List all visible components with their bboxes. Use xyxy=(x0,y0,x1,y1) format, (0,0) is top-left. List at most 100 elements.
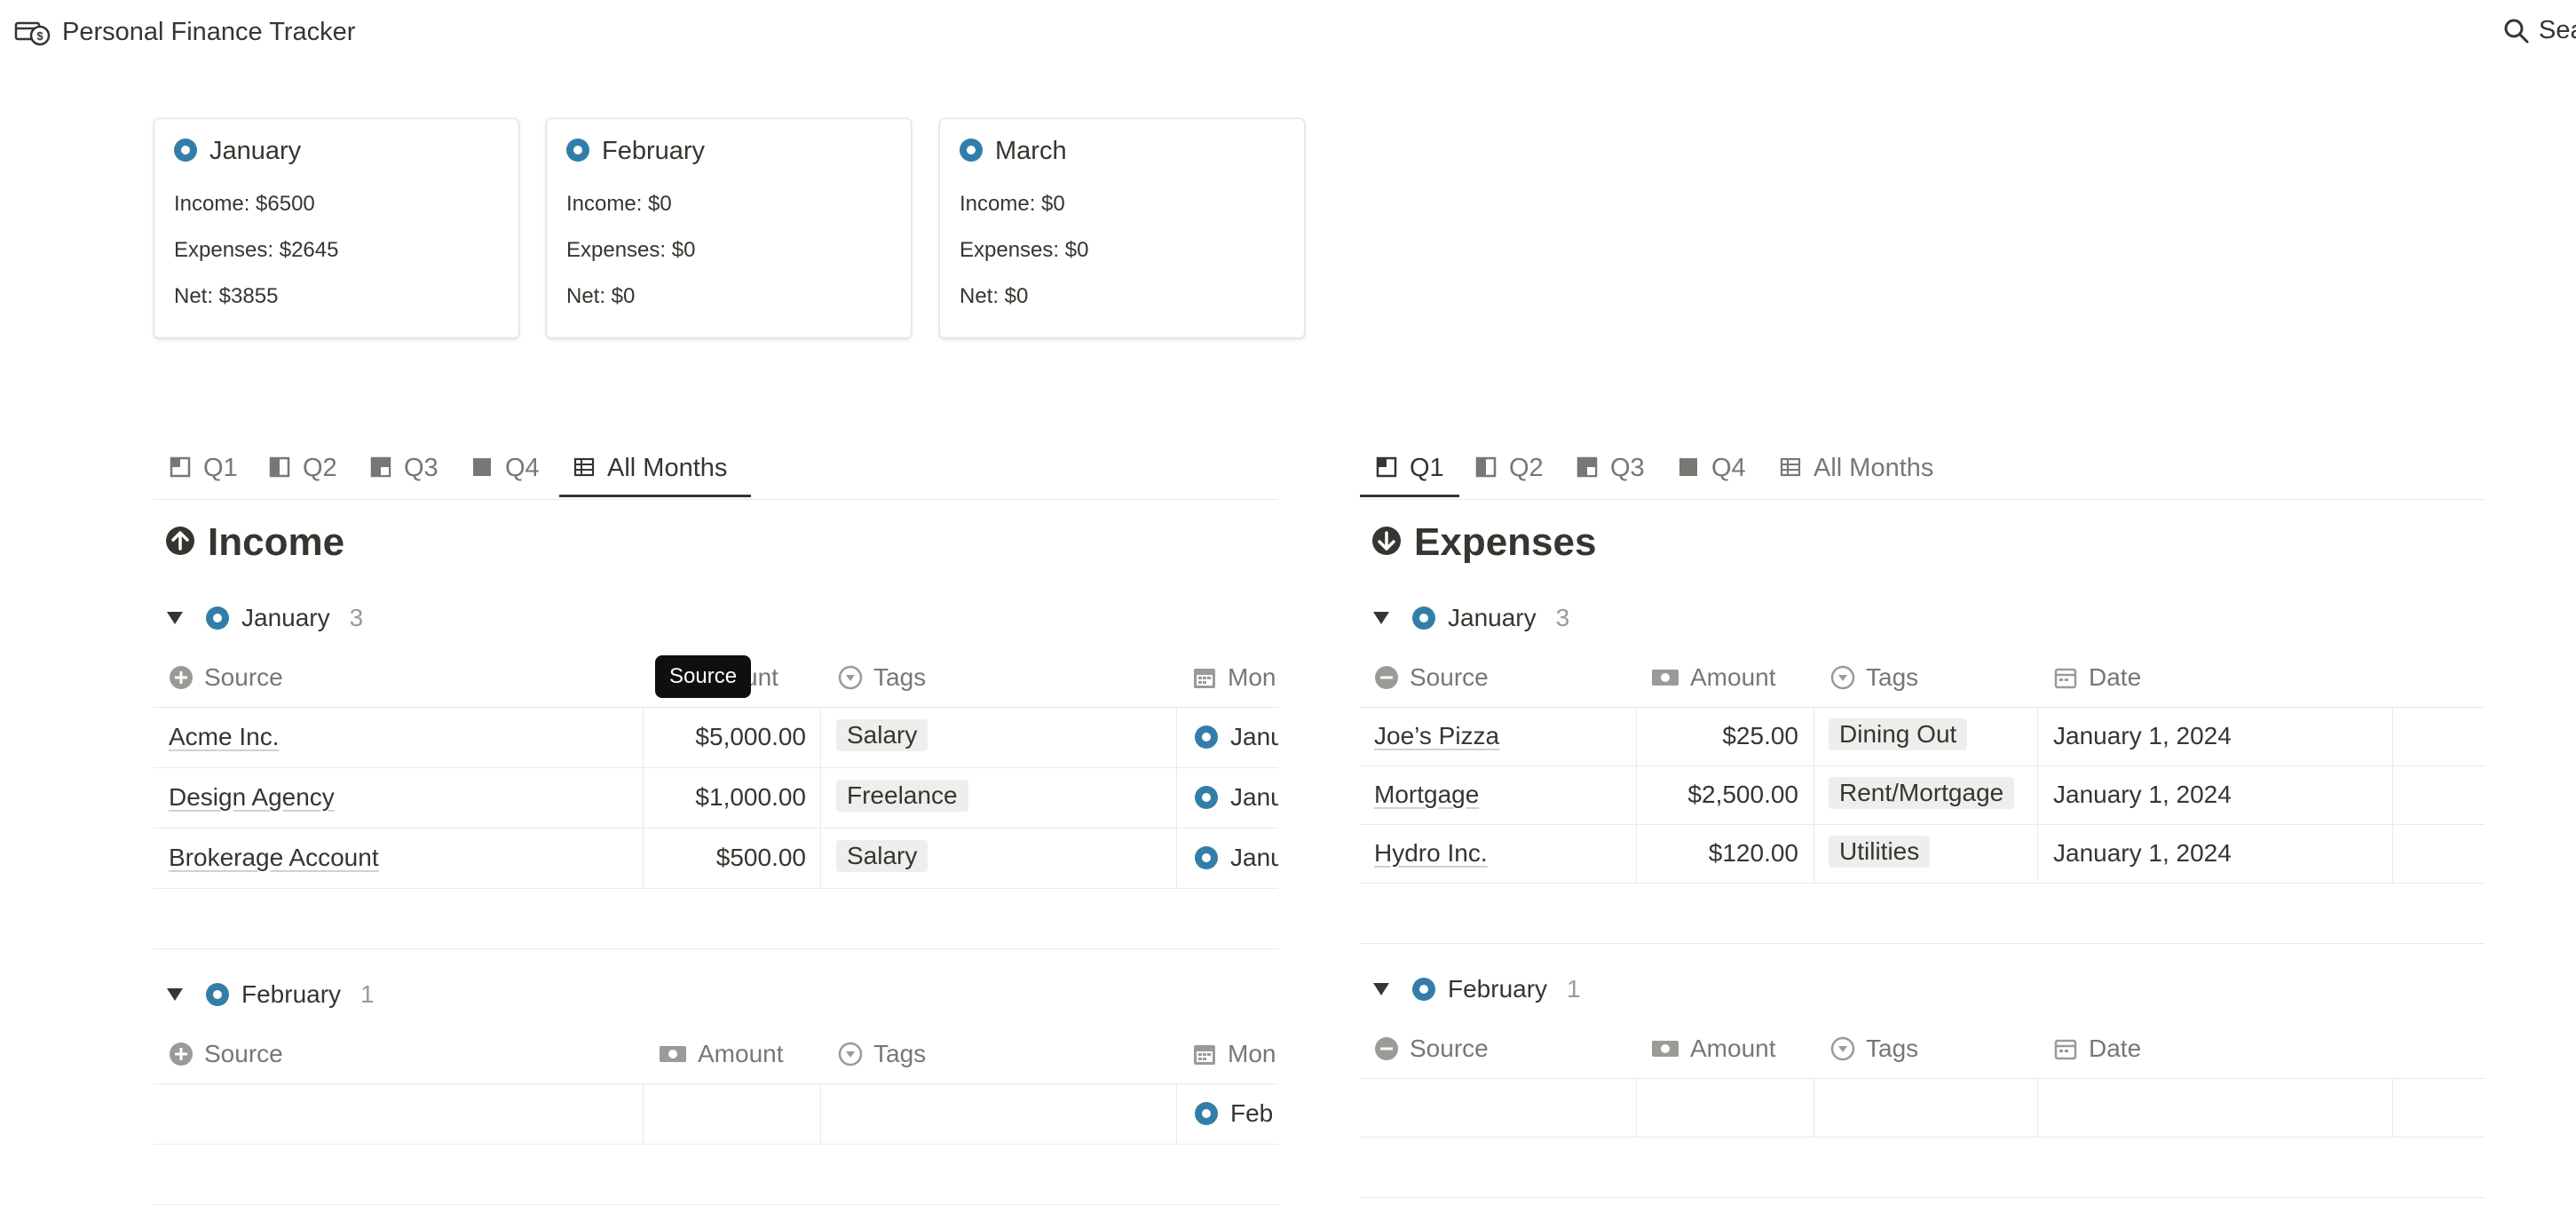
income-month-cell[interactable]: Feb xyxy=(1195,1099,1273,1128)
income-month-cell[interactable]: Janu xyxy=(1195,844,1278,872)
collapse-toggle-icon[interactable] xyxy=(167,611,183,624)
column-header-source[interactable]: Source xyxy=(1374,663,1489,692)
month-status-icon xyxy=(206,982,229,1006)
row-divider xyxy=(154,707,1278,708)
income-amount-cell[interactable]: $1,000.00 xyxy=(648,783,806,812)
minus-circle-icon xyxy=(1375,1036,1398,1060)
column-header-amount[interactable]: Amount xyxy=(659,1040,784,1068)
tab-q2[interactable]: Q2 xyxy=(1475,446,1544,497)
money-icon xyxy=(660,1045,686,1062)
quarter-icon xyxy=(170,457,191,478)
tag-badge[interactable]: Salary xyxy=(836,840,928,872)
expense-date-cell[interactable]: January 1, 2024 xyxy=(2053,839,2232,868)
column-divider xyxy=(1176,1083,1177,1144)
expense-date-cell[interactable]: January 1, 2024 xyxy=(2053,781,2232,809)
column-header-source[interactable]: Source xyxy=(169,1040,283,1068)
income-heading: Income xyxy=(165,520,344,565)
expenses-group-january[interactable]: January 3 xyxy=(1373,604,1569,632)
column-header-source[interactable]: Source xyxy=(1374,1035,1489,1063)
row-divider xyxy=(1360,824,2485,825)
calendar-icon xyxy=(2054,668,2077,688)
month-status-icon xyxy=(1195,725,1218,749)
search-label: Sea xyxy=(2539,16,2576,44)
tag-badge[interactable]: Freelance xyxy=(836,780,968,812)
income-amount-cell[interactable]: $500.00 xyxy=(648,844,806,872)
search-icon xyxy=(2504,19,2529,44)
column-divider xyxy=(2037,707,2038,883)
group-count: 1 xyxy=(1567,975,1581,1003)
group-count: 3 xyxy=(1555,604,1570,631)
collapse-toggle-icon[interactable] xyxy=(1373,611,1389,624)
income-group-february[interactable]: February 1 xyxy=(167,980,375,1009)
group-divider xyxy=(154,1204,1278,1205)
tab-q4[interactable]: Q4 xyxy=(471,446,540,497)
expense-source-cell[interactable]: Hydro Inc. xyxy=(1374,839,1488,868)
tab-all-months[interactable]: All Months xyxy=(559,446,751,497)
plus-circle-icon xyxy=(170,665,193,689)
tab-q4[interactable]: Q4 xyxy=(1678,446,1746,497)
expense-date-cell[interactable]: January 1, 2024 xyxy=(2053,722,2232,750)
column-divider xyxy=(1176,707,1177,888)
column-tooltip: Source xyxy=(655,655,752,698)
column-header-month[interactable]: Mon xyxy=(1192,1040,1276,1068)
tags-icon xyxy=(838,665,863,689)
expenses-heading: Expenses xyxy=(1371,520,1596,565)
tab-q3[interactable]: Q3 xyxy=(370,446,439,497)
column-header-date[interactable]: Date xyxy=(2053,1035,2141,1063)
expense-amount-cell[interactable]: $2,500.00 xyxy=(1642,781,1798,809)
column-header-tags[interactable]: Tags xyxy=(838,1040,926,1068)
expense-source-cell[interactable]: Mortgage xyxy=(1374,781,1479,809)
tag-badge[interactable]: Dining Out xyxy=(1829,718,1968,750)
income-source-cell[interactable]: Acme Inc. xyxy=(169,723,279,751)
column-header-tags[interactable]: Tags xyxy=(838,663,926,692)
column-header-tags[interactable]: Tags xyxy=(1830,663,1918,692)
column-header-amount[interactable]: Amount xyxy=(1651,663,1776,692)
income-group-january[interactable]: January 3 xyxy=(167,604,363,632)
expense-amount-cell[interactable]: $120.00 xyxy=(1642,839,1798,868)
column-header-month[interactable]: Mon xyxy=(1192,663,1276,692)
tags-icon xyxy=(1830,665,1855,689)
income-view-tabs: Q1 Q2 Q3 Q4 All Months xyxy=(154,446,1278,500)
tab-all-months[interactable]: All Months xyxy=(1780,446,1933,497)
plus-circle-icon xyxy=(170,1042,193,1066)
tag-badge[interactable]: Salary xyxy=(836,719,928,751)
collapse-toggle-icon[interactable] xyxy=(167,987,183,1001)
table-icon xyxy=(573,458,595,477)
tab-q1[interactable]: Q1 xyxy=(170,446,238,497)
money-icon xyxy=(1652,669,1679,686)
income-month-cell[interactable]: Janu xyxy=(1195,723,1278,751)
tag-badge[interactable]: Utilities xyxy=(1829,836,1931,868)
column-divider xyxy=(643,1083,644,1144)
collapse-toggle-icon[interactable] xyxy=(1373,982,1389,995)
group-name: January xyxy=(1448,604,1537,631)
column-header-date[interactable]: Date xyxy=(2053,663,2141,692)
month-status-icon xyxy=(206,606,229,630)
column-header-tags[interactable]: Tags xyxy=(1830,1035,1918,1063)
expenses-group-february[interactable]: February 1 xyxy=(1373,975,1581,1003)
quarter-icon xyxy=(269,457,290,478)
expense-source-cell[interactable]: Joe’s Pizza xyxy=(1374,722,1499,750)
column-divider xyxy=(1813,707,1814,883)
search-button[interactable]: Sea xyxy=(2503,16,2576,45)
tag-badge[interactable]: Rent/Mortgage xyxy=(1829,777,2015,809)
income-amount-cell[interactable]: $5,000.00 xyxy=(648,723,806,751)
tab-q2[interactable]: Q2 xyxy=(269,446,337,497)
column-divider xyxy=(1636,707,1637,883)
column-header-source[interactable]: Source xyxy=(169,663,283,692)
tags-icon xyxy=(838,1042,863,1066)
row-divider xyxy=(154,767,1278,768)
expenses-view-tabs: Q1 Q2 Q3 Q4 All Months xyxy=(1360,446,2485,500)
tab-q1[interactable]: Q1 xyxy=(1360,446,1459,497)
quarter-icon xyxy=(370,457,391,478)
calendar-icon xyxy=(1194,668,1215,688)
income-month-cell[interactable]: Janu xyxy=(1195,783,1278,812)
column-header-amount[interactable]: Amount xyxy=(1651,1035,1776,1063)
row-divider xyxy=(154,888,1278,889)
month-status-icon xyxy=(1412,977,1435,1001)
month-status-icon xyxy=(1195,1101,1218,1125)
column-divider xyxy=(643,707,644,888)
income-source-cell[interactable]: Brokerage Account xyxy=(169,844,379,872)
expense-amount-cell[interactable]: $25.00 xyxy=(1642,722,1798,750)
income-source-cell[interactable]: Design Agency xyxy=(169,783,335,812)
tab-q3[interactable]: Q3 xyxy=(1576,446,1645,497)
